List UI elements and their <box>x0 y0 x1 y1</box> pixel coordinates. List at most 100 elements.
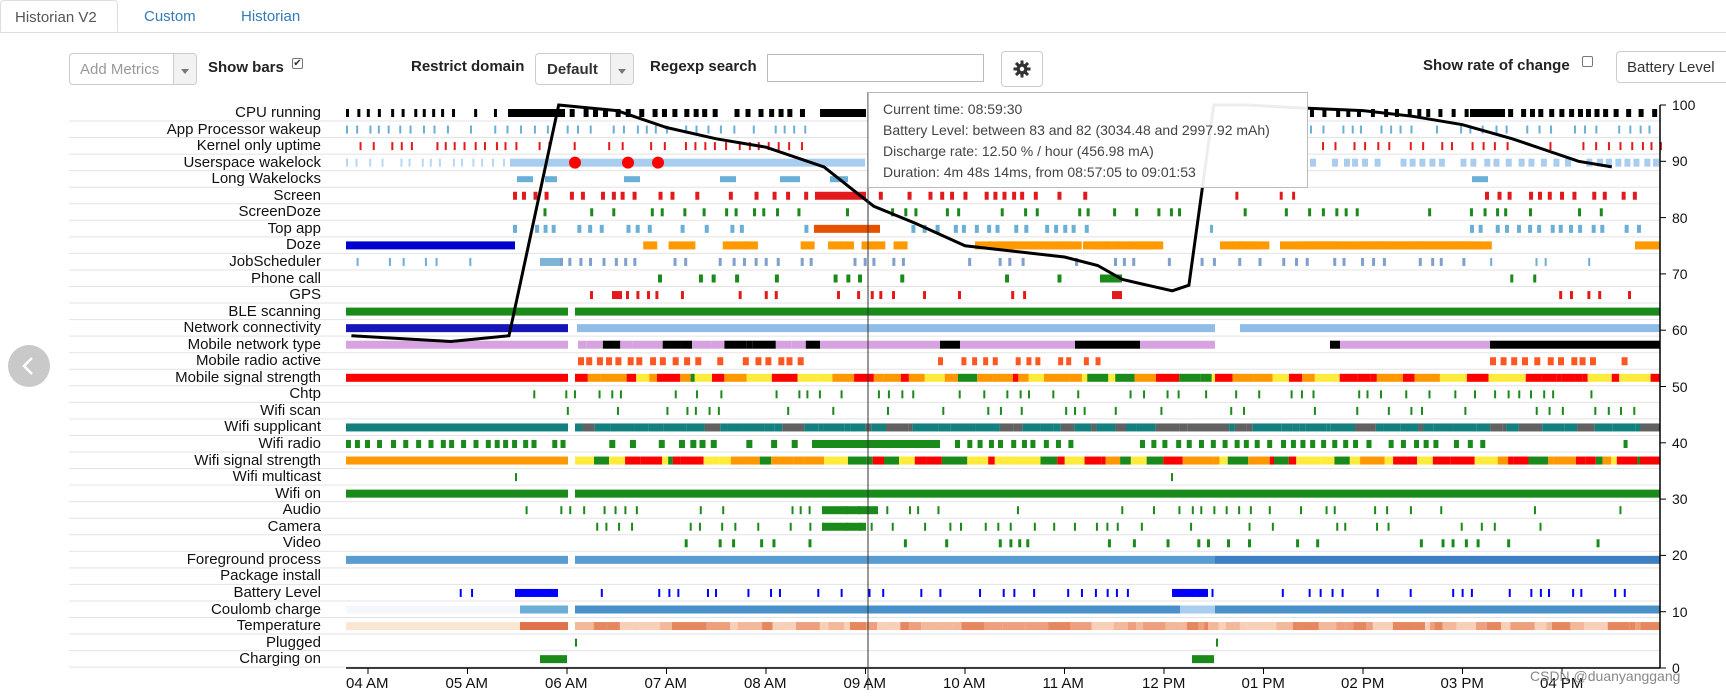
row-tick <box>840 390 843 399</box>
row-tick <box>1451 109 1456 117</box>
row-bar <box>1318 622 1337 631</box>
row-bar <box>1075 340 1140 349</box>
row-tick <box>544 191 549 200</box>
row-tick <box>728 191 733 200</box>
row-bar <box>593 456 610 465</box>
row-tick <box>1322 125 1325 134</box>
row-tick <box>1494 390 1497 399</box>
row-tick <box>1178 208 1182 217</box>
row-bar <box>1213 456 1220 465</box>
row-tick <box>1558 357 1565 366</box>
row-tick <box>797 208 801 217</box>
row-bar <box>884 456 900 465</box>
row-tick <box>877 390 880 399</box>
row-bar <box>730 456 743 465</box>
row-bar <box>872 456 885 465</box>
row-bar <box>1357 373 1371 382</box>
row-tick <box>1451 539 1455 548</box>
row-tick <box>611 390 614 399</box>
row-tick <box>1428 390 1431 399</box>
row-tick <box>1012 191 1017 200</box>
row-tick <box>839 241 854 250</box>
row-bar <box>1182 456 1191 465</box>
row-tick <box>1310 109 1314 117</box>
row-tick <box>1114 406 1117 415</box>
row-tick <box>833 274 838 283</box>
row-tick <box>1619 142 1622 151</box>
y-tick-label: 20 <box>1672 547 1688 564</box>
row-tick <box>772 191 777 200</box>
row-tick <box>1335 208 1339 217</box>
row-bar <box>1101 456 1106 465</box>
row-bar <box>771 456 794 465</box>
row-bar <box>780 622 796 631</box>
row-bar <box>575 423 583 432</box>
row-tick <box>708 406 711 415</box>
row-tick <box>471 588 474 597</box>
row-tick <box>1464 406 1467 415</box>
row-tick <box>914 208 918 217</box>
row-tick <box>1271 522 1274 531</box>
row-bar <box>1215 373 1233 382</box>
row-tick <box>1483 208 1487 217</box>
row-tick <box>1077 390 1080 399</box>
row-bar <box>975 423 1000 432</box>
row-tick <box>1529 191 1534 200</box>
row-bar <box>640 456 663 465</box>
row-tick <box>1021 440 1027 448</box>
row-tick <box>1295 257 1299 266</box>
row-tick <box>624 257 628 266</box>
row-tick <box>1002 191 1007 200</box>
row-tick <box>684 357 691 366</box>
row-bar <box>1640 456 1660 465</box>
row-tick <box>1310 158 1316 167</box>
row-tick <box>495 142 498 151</box>
row-bar <box>517 176 533 183</box>
row-bar <box>1611 373 1620 382</box>
row-bar <box>772 622 781 631</box>
row-tick <box>1553 158 1560 167</box>
row-tick <box>793 125 796 134</box>
row-bar <box>1339 373 1358 382</box>
row-tick <box>1374 158 1381 167</box>
row-tick <box>764 291 768 300</box>
row-bar <box>346 373 568 382</box>
row-tick <box>1582 142 1585 151</box>
row-tick <box>1441 142 1444 151</box>
row-tick <box>1496 208 1500 217</box>
row-tick <box>1015 357 1021 366</box>
row-tick <box>1222 440 1228 448</box>
row-bar <box>1340 340 1490 349</box>
row-bar <box>850 423 866 432</box>
row-tick <box>1020 406 1023 415</box>
row-bar <box>1561 373 1576 382</box>
timeline-chart[interactable] <box>0 0 1726 696</box>
row-tick <box>1419 158 1426 167</box>
row-tick <box>583 506 586 515</box>
row-bar <box>780 176 800 183</box>
row-tick <box>1356 406 1359 415</box>
row-tick <box>1248 522 1251 531</box>
row-tick <box>694 406 697 415</box>
row-bar <box>767 373 772 382</box>
row-tick <box>1008 257 1012 266</box>
row-bar <box>1087 373 1109 382</box>
row-tick <box>1626 109 1632 117</box>
row-tick <box>717 406 720 415</box>
row-tick <box>1585 109 1591 117</box>
y-tick-label: 80 <box>1672 209 1688 226</box>
row-tick <box>668 588 671 597</box>
row-tick <box>1016 506 1019 515</box>
row-tick <box>1376 522 1379 531</box>
row-tick <box>699 440 706 448</box>
row-bar <box>1456 622 1472 631</box>
row-tick <box>614 257 618 266</box>
row-tick <box>658 440 665 448</box>
row-bar <box>1288 373 1303 382</box>
row-tick <box>1547 357 1554 366</box>
row-tick <box>1577 109 1583 117</box>
row-bar <box>1299 423 1306 432</box>
row-tick <box>1352 158 1359 167</box>
row-bar <box>914 456 927 465</box>
row-tick <box>650 357 657 366</box>
